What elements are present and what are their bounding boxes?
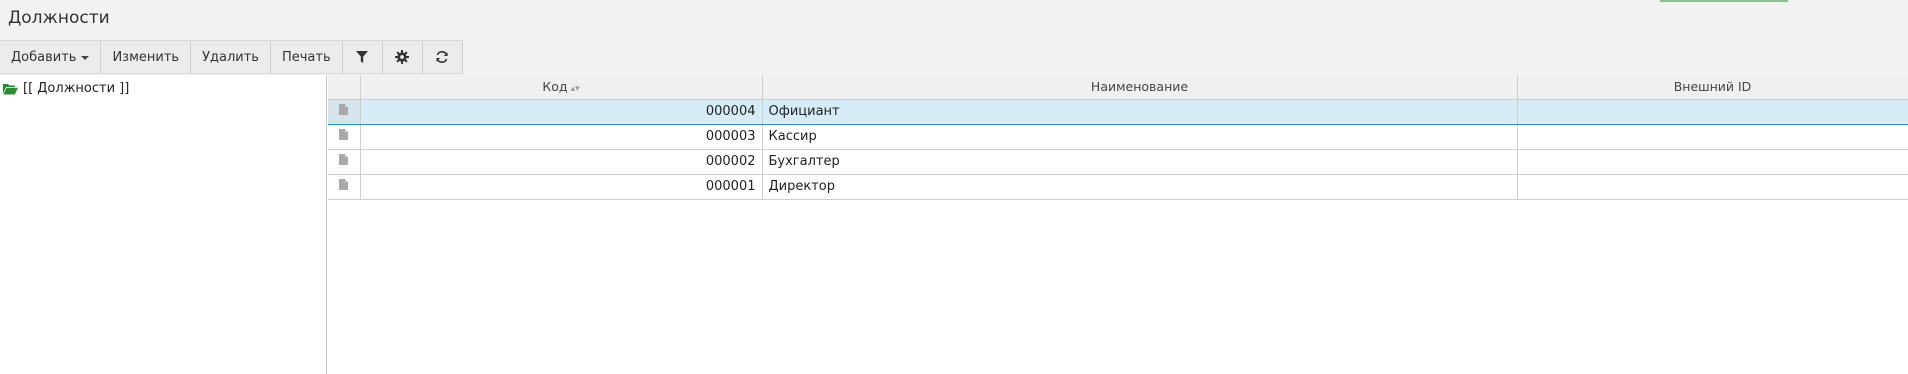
cell-name: Кассир <box>762 124 1518 150</box>
settings-button[interactable] <box>382 41 423 73</box>
header-code[interactable]: Код ▴▾ <box>360 75 763 100</box>
table-row[interactable]: 000002 Бухгалтер <box>328 149 1908 175</box>
cell-external-id <box>1517 174 1908 200</box>
refresh-button[interactable] <box>422 41 463 73</box>
positions-grid: Код ▴▾ Наименование Внешний ID 000004 Офиц… <box>328 75 1908 374</box>
cell-code: 000002 <box>360 149 763 175</box>
add-button[interactable]: Добавить <box>0 41 102 73</box>
document-icon <box>339 154 349 165</box>
header-name[interactable]: Наименование <box>762 75 1518 100</box>
cell-code: 000004 <box>360 98 763 125</box>
grid-body: 000004 Официант 000003 Кассир 000002 Бухгалте… <box>328 98 1908 200</box>
tree-root-label: [[ Должности ]] <box>23 81 130 96</box>
edit-button-label: Изменить <box>112 49 180 65</box>
add-button-label: Добавить <box>11 49 77 65</box>
print-button-label: Печать <box>281 49 331 65</box>
refresh-icon <box>436 51 448 63</box>
table-row[interactable]: 000004 Официант <box>328 98 1908 125</box>
tree-root-node[interactable]: [[ Должности ]] <box>3 81 129 96</box>
edit-button[interactable]: Изменить <box>101 41 192 73</box>
cell-code: 000001 <box>360 174 763 200</box>
category-tree: [[ Должности ]] <box>0 75 327 374</box>
print-button[interactable]: Печать <box>270 41 343 73</box>
gear-icon <box>395 50 410 64</box>
delete-button-label: Удалить <box>202 49 259 65</box>
table-row[interactable]: 000001 Директор <box>328 174 1908 200</box>
cell-code: 000003 <box>360 124 763 150</box>
delete-button[interactable]: Удалить <box>191 41 271 73</box>
document-icon <box>339 104 349 115</box>
header-external-id[interactable]: Внешний ID <box>1517 75 1908 100</box>
grid-header-row: Код ▴▾ Наименование Внешний ID <box>328 75 1908 100</box>
toolbar: Добавить Изменить Удалить Печать <box>0 40 463 74</box>
row-icon-cell <box>328 98 361 125</box>
page-title: Должности <box>8 8 110 28</box>
document-icon <box>339 129 349 140</box>
filter-icon <box>356 50 369 63</box>
folder-open-icon <box>3 83 18 94</box>
cell-name: Бухгалтер <box>762 149 1518 175</box>
header-external-id-label: Внешний ID <box>1673 79 1752 95</box>
row-icon-cell <box>328 124 361 150</box>
header-code-label: Код <box>542 79 568 95</box>
header-name-label: Наименование <box>1090 79 1189 95</box>
cell-external-id <box>1517 124 1908 150</box>
cell-external-id <box>1517 149 1908 175</box>
cell-name: Официант <box>762 98 1518 125</box>
cell-external-id <box>1517 98 1908 125</box>
top-accent-bar <box>1660 0 1788 2</box>
content-area: [[ Должности ]] Код ▴▾ Наименование Внешн… <box>0 75 1908 374</box>
row-icon-cell <box>328 174 361 200</box>
row-icon-cell <box>328 149 361 175</box>
header-icon-col <box>328 75 361 100</box>
document-icon <box>339 179 349 190</box>
table-row[interactable]: 000003 Кассир <box>328 124 1908 150</box>
chevron-down-icon <box>81 55 90 60</box>
filter-button[interactable] <box>342 41 383 73</box>
cell-name: Директор <box>762 174 1518 200</box>
sort-icon: ▴▾ <box>570 84 580 95</box>
